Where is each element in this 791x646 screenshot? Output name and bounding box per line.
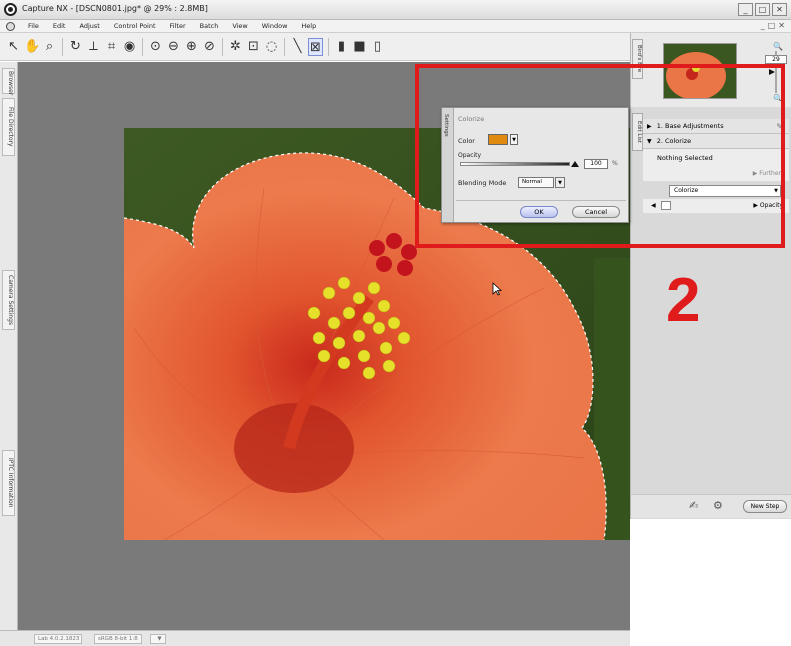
tab-camera-settings[interactable]: Camera Settings [2,270,15,330]
status-color-space: sRGB 8-bit 1:8 [94,634,142,644]
doc-close-button[interactable]: ✕ [778,21,785,31]
menu-filter[interactable]: Filter [170,22,186,30]
tab-browser[interactable]: Browser [2,68,15,95]
selection-control-point-icon[interactable]: ✲ [228,38,243,56]
ellipse-tool-icon[interactable]: ◌ [264,38,279,56]
window-controls: _ □ ✕ [738,3,787,16]
tab-file-directory[interactable]: File Directory [2,98,15,156]
marquee-tool-icon[interactable]: ⊡ [246,38,261,56]
edit-list-footer: ✍ ⚙ New Step [630,494,791,518]
menu-help[interactable]: Help [301,22,316,30]
lasso-tool-icon[interactable]: ⊠ [308,37,323,56]
svg-text:🔍: 🔍 [773,41,783,51]
color-control-point-icon[interactable]: ⊙ [148,38,163,56]
left-side-tabs: Browser File Directory Camera Settings I… [0,62,18,630]
red-highlight-box [415,64,785,248]
tab-iptc-information[interactable]: IPTC Information [2,450,15,516]
toolbar-divider [142,37,143,56]
new-step-button[interactable]: New Step [743,500,787,513]
selection-brush-icon[interactable]: ✍ [689,499,698,512]
close-button[interactable]: ✕ [772,3,787,16]
document-menu-icon[interactable] [6,22,15,31]
rotate-tool-icon[interactable]: ↻ [68,38,83,56]
tutorial-step-number: 2 [666,266,701,335]
white-control-point-icon[interactable]: ⊕ [184,38,199,56]
zoom-tool-icon[interactable]: ⌕ [42,38,57,56]
zoom-value-field[interactable]: 29 [765,55,787,64]
menu-view[interactable]: View [232,22,247,30]
menu-control-point[interactable]: Control Point [114,22,156,30]
toolbar-divider [62,37,63,56]
status-version: Lab 4.0.2.1823 [34,634,82,644]
control-points-icon[interactable]: ⚙ [713,499,723,512]
doc-minimize-button[interactable]: _ [761,21,765,31]
arrow-tool-icon[interactable]: ↖ [6,38,21,56]
menu-adjust[interactable]: Adjust [79,22,99,30]
gradient-tool-icon[interactable]: ■ [352,38,367,56]
mouse-cursor-icon [492,282,502,296]
neutral-control-point-icon[interactable]: ⊘ [202,38,217,56]
brush-tool-icon[interactable]: ╲ [290,38,305,56]
maximize-button[interactable]: □ [755,3,770,16]
status-dropdown-icon[interactable]: ▼ [150,634,166,644]
menu-batch[interactable]: Batch [200,22,219,30]
window-title: Capture NX - [DSCN0801.jpg* @ 29% : 2.8M… [22,4,208,13]
minimize-button[interactable]: _ [738,3,753,16]
doc-restore-button[interactable]: □ [768,21,776,31]
toolbar-divider [222,37,223,56]
toolbar-divider [284,37,285,56]
toolbar-divider [328,37,329,56]
menu-window[interactable]: Window [262,22,288,30]
fill-tool-icon[interactable]: ▮ [334,38,349,56]
black-control-point-icon[interactable]: ⊖ [166,38,181,56]
toolbar: ↖ ✋ ⌕ ↻ ⟂ ⌗ ◉ ⊙ ⊖ ⊕ ⊘ ✲ ⊡ ◌ ╲ ⊠ ▮ ■ ▯ [0,33,630,61]
menu-file[interactable]: File [28,22,39,30]
status-bar: Lab 4.0.2.1823 sRGB 8-bit 1:8 ▼ [0,630,630,646]
menu-edit[interactable]: Edit [53,22,66,30]
straighten-tool-icon[interactable]: ⟂ [86,38,101,56]
crop-tool-icon[interactable]: ⌗ [104,38,119,56]
red-eye-tool-icon[interactable]: ◉ [122,38,137,56]
title-bar: Capture NX - [DSCN0801.jpg* @ 29% : 2.8M… [0,0,791,20]
hand-tool-icon[interactable]: ✋ [24,38,40,56]
eraser-tool-icon[interactable]: ▯ [370,38,385,56]
white-background [630,519,791,646]
capture-nx-logo-icon [4,3,17,16]
menu-bar: File Edit Adjust Control Point Filter Ba… [0,20,791,33]
